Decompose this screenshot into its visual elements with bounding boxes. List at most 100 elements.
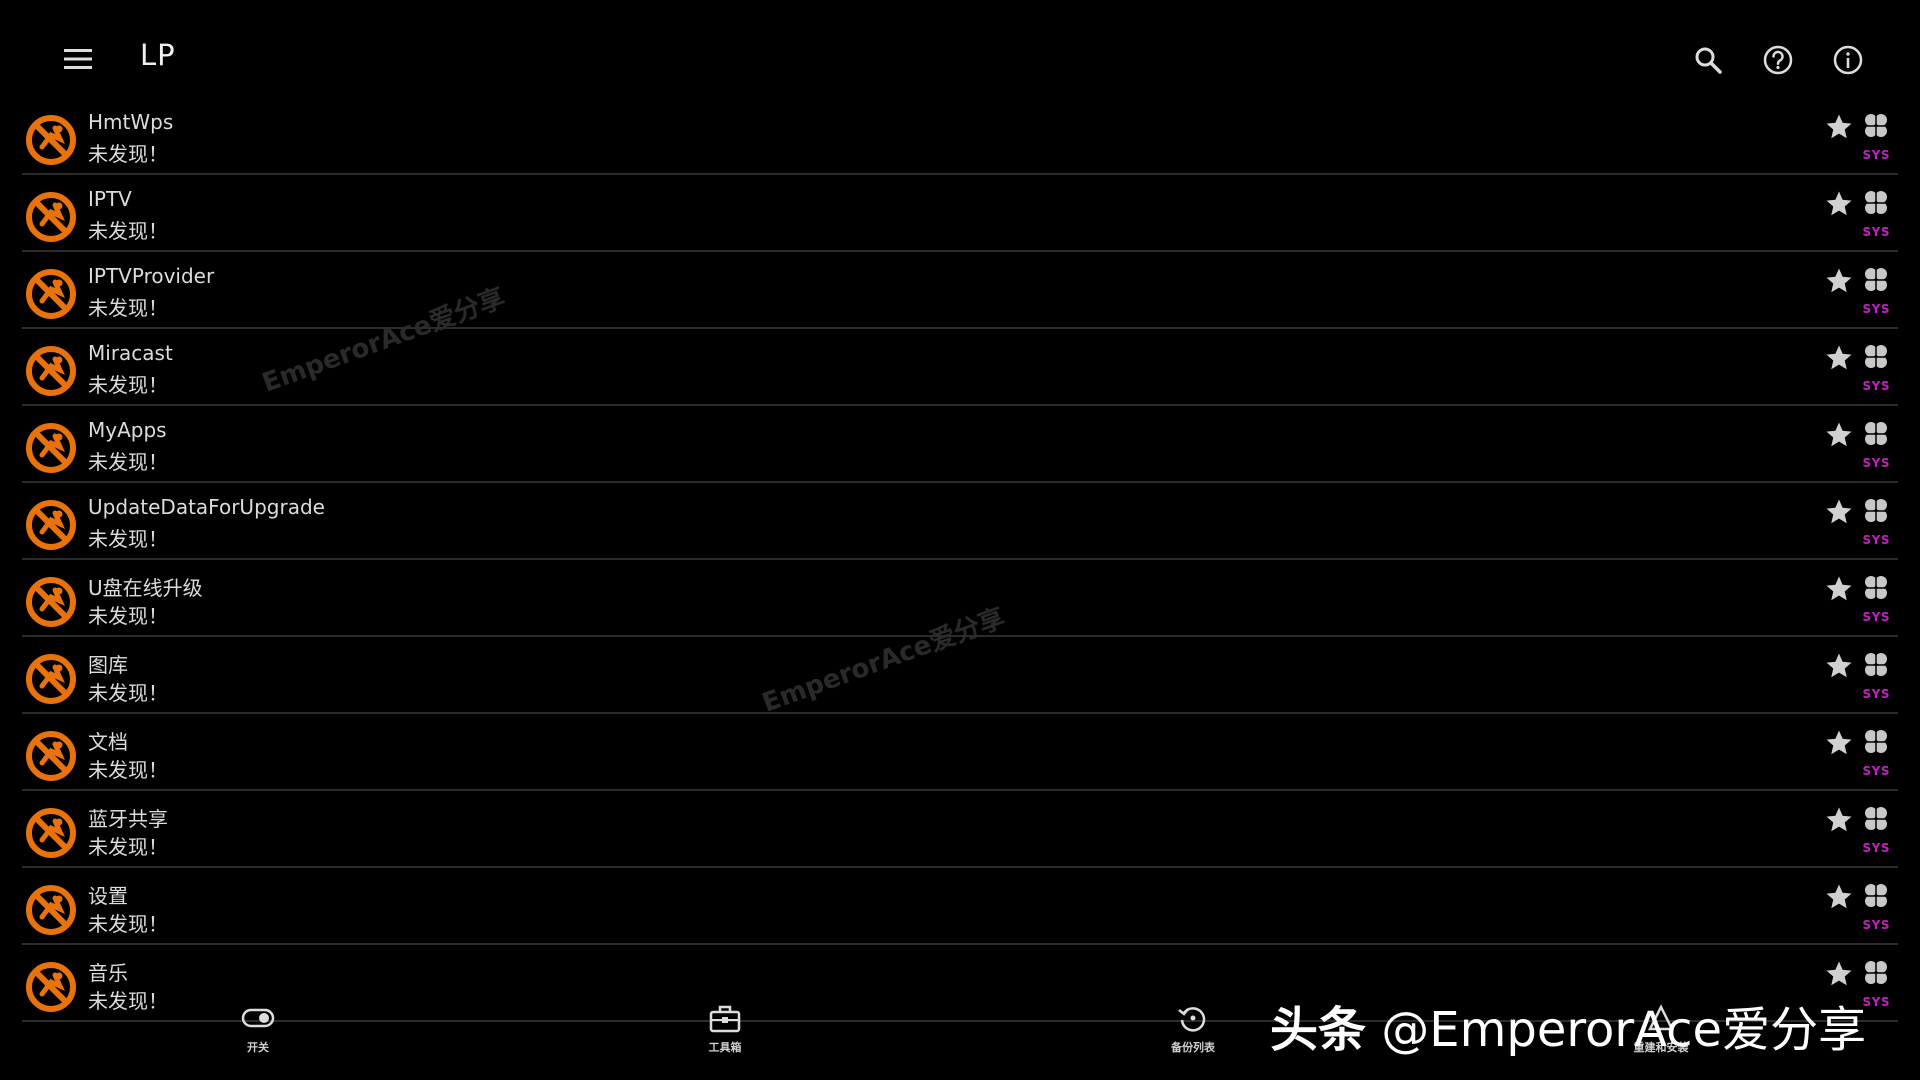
list-item[interactable]: HmtWps 未发现！ SYS — [22, 100, 1898, 175]
star-icon[interactable] — [1824, 497, 1854, 527]
brand-handle: @EmperorAce爱分享 — [1381, 1002, 1867, 1058]
list-item[interactable]: 图库 未发现！ SYS — [22, 639, 1898, 714]
star-icon[interactable] — [1824, 959, 1854, 989]
help-icon — [1763, 45, 1793, 75]
star-icon[interactable] — [1824, 189, 1854, 219]
list-item[interactable]: UpdateDataForUpgrade 未发现！ SYS — [22, 485, 1898, 560]
sys-tag: SYS — [1862, 841, 1890, 855]
app-status: 未发现！ — [88, 912, 168, 936]
app-name: IPTV — [88, 187, 132, 211]
clover-icon[interactable] — [1860, 110, 1892, 142]
star-icon[interactable] — [1824, 574, 1854, 604]
app-name: 设置 — [88, 884, 128, 908]
star-icon[interactable] — [1824, 728, 1854, 758]
nav-item-toggle[interactable]: 开关 — [213, 1001, 303, 1071]
app-status: 未发现！ — [88, 681, 168, 705]
app-status: 未发现！ — [88, 450, 168, 474]
clover-icon[interactable] — [1860, 880, 1892, 912]
search-icon — [1695, 47, 1722, 74]
nav-item-toolbox[interactable]: 工具箱 — [680, 1001, 770, 1071]
app-name: IPTVProvider — [88, 264, 215, 288]
sys-tag: SYS — [1862, 610, 1890, 624]
clover-icon[interactable] — [1860, 187, 1892, 219]
app-name: 音乐 — [88, 961, 128, 985]
list-item[interactable]: U盘在线升级 未发现！ SYS — [22, 562, 1898, 637]
disabled-app-icon — [26, 808, 76, 858]
disabled-app-icon — [26, 731, 76, 781]
nav-label: 开关 — [247, 1041, 269, 1054]
clover-icon[interactable] — [1860, 649, 1892, 681]
app-name: U盘在线升级 — [88, 576, 203, 600]
app-title: LP — [140, 38, 176, 72]
clover-icon[interactable] — [1860, 264, 1892, 296]
sys-tag: SYS — [1862, 148, 1890, 162]
clover-icon[interactable] — [1860, 495, 1892, 527]
app-status: 未发现！ — [88, 219, 168, 243]
sys-tag: SYS — [1862, 302, 1890, 316]
app-window: LP EmperorAce爱分享 EmperorAce爱分享 HmtWps 未发… — [0, 0, 1920, 1080]
clover-icon[interactable] — [1860, 341, 1892, 373]
app-status: 未发现！ — [88, 296, 168, 320]
help-button[interactable] — [1758, 40, 1798, 80]
star-icon[interactable] — [1824, 420, 1854, 450]
disabled-app-icon — [26, 885, 76, 935]
list-item[interactable]: IPTV 未发现！ SYS — [22, 177, 1898, 252]
star-icon[interactable] — [1824, 882, 1854, 912]
disabled-app-icon — [26, 423, 76, 473]
disabled-app-icon — [26, 269, 76, 319]
star-icon[interactable] — [1824, 266, 1854, 296]
info-icon — [1833, 45, 1863, 75]
app-status: 未发现！ — [88, 373, 168, 397]
app-name: MyApps — [88, 418, 167, 442]
clover-icon[interactable] — [1860, 957, 1892, 989]
clover-icon[interactable] — [1860, 418, 1892, 450]
toolbox-icon — [709, 1005, 741, 1033]
app-name: 蓝牙共享 — [88, 807, 168, 831]
disabled-app-icon — [26, 577, 76, 627]
app-name: 文档 — [88, 730, 128, 754]
sys-tag: SYS — [1862, 918, 1890, 932]
star-icon[interactable] — [1824, 343, 1854, 373]
disabled-app-icon — [26, 192, 76, 242]
app-name: UpdateDataForUpgrade — [88, 495, 325, 519]
list-item[interactable]: 蓝牙共享 未发现！ SYS — [22, 793, 1898, 868]
list-item[interactable]: 文档 未发现！ SYS — [22, 716, 1898, 791]
list-item[interactable]: IPTVProvider 未发现！ SYS — [22, 254, 1898, 329]
disabled-app-icon — [26, 654, 76, 704]
list-item[interactable]: 设置 未发现！ SYS — [22, 870, 1898, 945]
clover-icon[interactable] — [1860, 572, 1892, 604]
app-status: 未发现！ — [88, 604, 168, 628]
sys-tag: SYS — [1862, 225, 1890, 239]
sys-tag: SYS — [1862, 687, 1890, 701]
restore-icon — [1178, 1007, 1206, 1032]
search-button[interactable] — [1688, 40, 1728, 80]
sys-tag: SYS — [1862, 533, 1890, 547]
app-status: 未发现！ — [88, 142, 168, 166]
sys-tag: SYS — [1862, 379, 1890, 393]
list-item[interactable]: MyApps 未发现！ SYS — [22, 408, 1898, 483]
clover-icon[interactable] — [1860, 726, 1892, 758]
nav-item-backup-list[interactable]: 备份列表 — [1148, 1001, 1238, 1071]
star-icon[interactable] — [1824, 112, 1854, 142]
menu-icon — [64, 49, 92, 69]
disabled-app-icon — [26, 115, 76, 165]
app-status: 未发现！ — [88, 527, 168, 551]
app-status: 未发现！ — [88, 758, 168, 782]
app-name: HmtWps — [88, 110, 174, 134]
star-icon[interactable] — [1824, 651, 1854, 681]
star-icon[interactable] — [1824, 805, 1854, 835]
toggle-icon — [241, 1008, 275, 1028]
sys-tag: SYS — [1862, 456, 1890, 470]
app-status: 未发现！ — [88, 835, 168, 859]
brand-prefix: 头条 — [1270, 1002, 1367, 1058]
disabled-app-icon — [26, 346, 76, 396]
list-item[interactable]: Miracast 未发现！ SYS — [22, 331, 1898, 406]
nav-label: 备份列表 — [1171, 1041, 1215, 1054]
menu-button[interactable] — [58, 42, 98, 76]
info-button[interactable] — [1828, 40, 1868, 80]
brand-watermark: 头条 @EmperorAce爱分享 — [1270, 990, 1866, 1060]
toolbar: LP — [0, 0, 1920, 112]
app-name: Miracast — [88, 341, 173, 365]
clover-icon[interactable] — [1860, 803, 1892, 835]
nav-label: 工具箱 — [708, 1041, 742, 1054]
